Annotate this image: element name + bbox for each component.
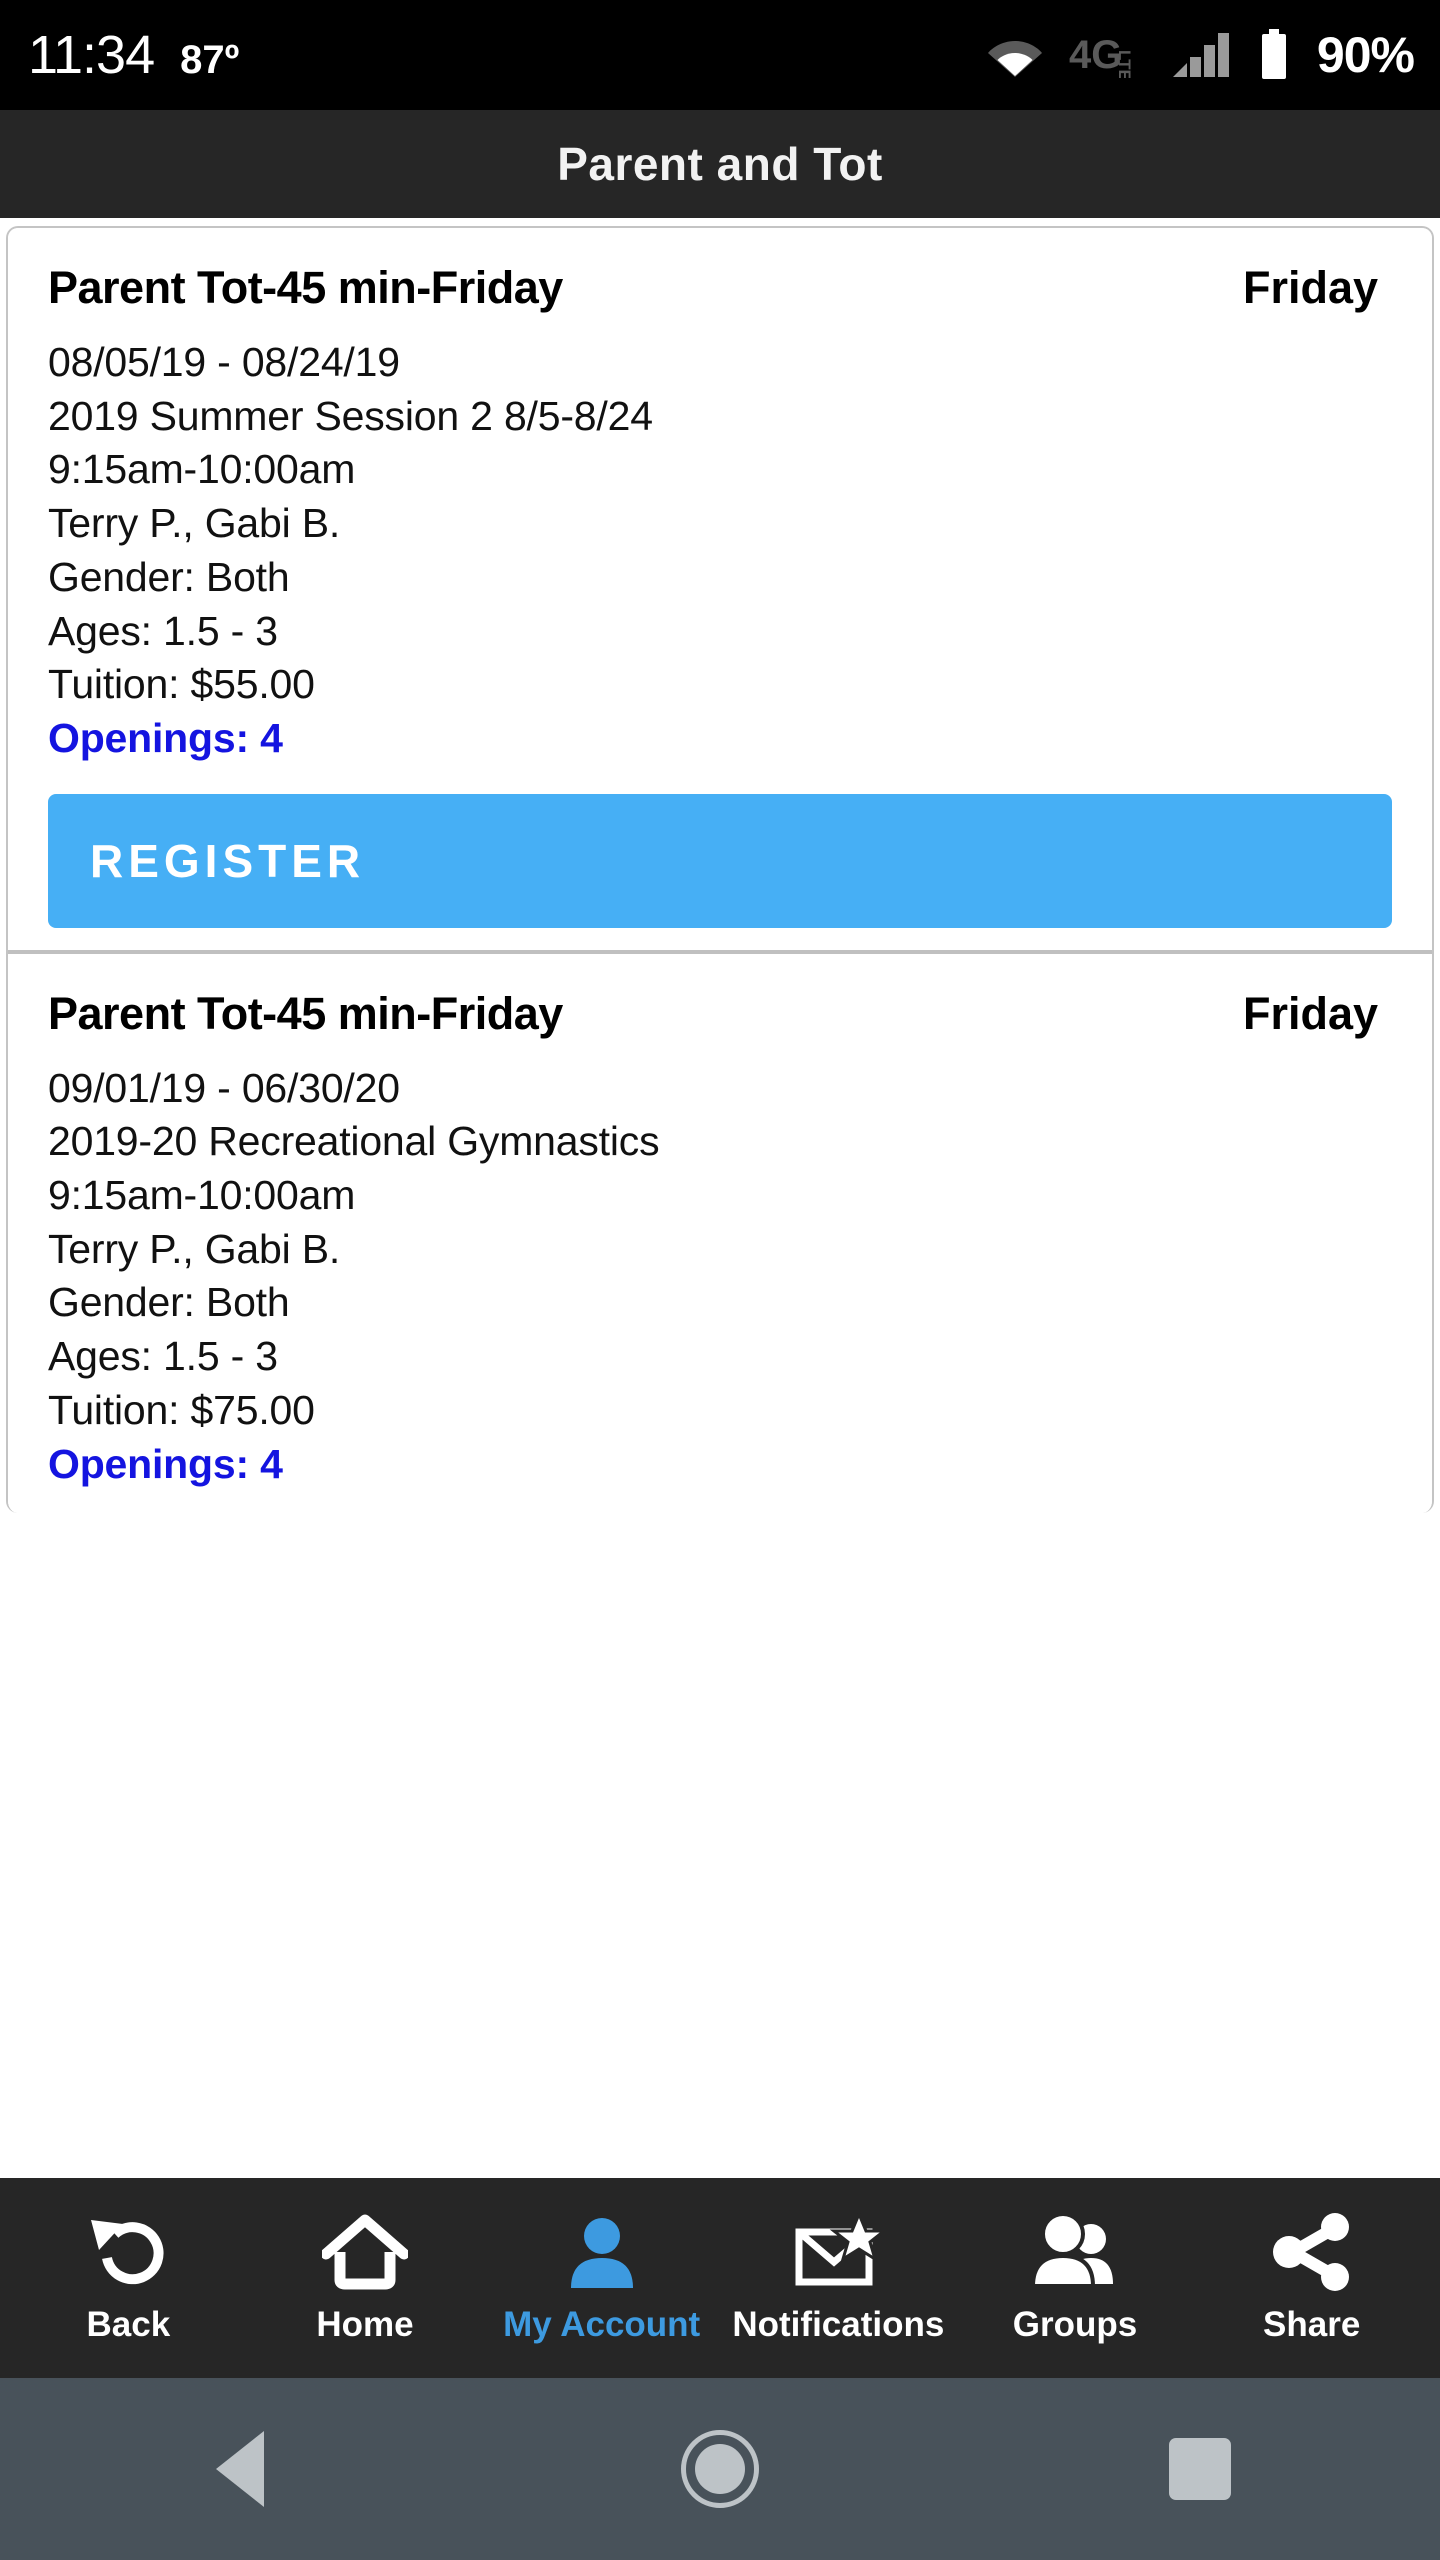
system-home-button[interactable] [640, 2389, 800, 2549]
phone-screen: 11:34 87º 4G LTE 90% Parent and Tot Pare… [0, 0, 1440, 2560]
nav-item-share[interactable]: Share [1193, 2207, 1430, 2345]
class-card[interactable]: Parent Tot-45 min-Friday Friday 09/01/19… [8, 949, 1432, 1514]
nav-item-groups[interactable]: Groups [957, 2207, 1194, 2345]
page-title: Parent and Tot [557, 138, 883, 190]
svg-text:LTE: LTE [1115, 50, 1134, 78]
nav-item-home[interactable]: Home [247, 2207, 484, 2345]
person-icon [559, 2207, 645, 2297]
nav-label-notifications: Notifications [732, 2305, 945, 2344]
status-bar-right: 4G LTE 90% [987, 26, 1415, 84]
nav-label-groups: Groups [1012, 2305, 1138, 2344]
class-openings: Openings: 4 [48, 714, 283, 761]
bottom-navigation-bar: Back Home My Account Notifications Group… [0, 2178, 1440, 2378]
nav-label-back: Back [86, 2305, 171, 2344]
class-gender: Gender: Both [48, 553, 290, 600]
battery-percent: 90% [1316, 27, 1415, 83]
class-card-list: Parent Tot-45 min-Friday Friday 08/05/19… [6, 226, 1434, 1514]
signal-bars-icon [1171, 31, 1231, 79]
class-session: 2019 Summer Session 2 8/5-8/24 [48, 392, 653, 439]
nav-label-share: Share [1263, 2305, 1361, 2344]
class-openings: Openings: 4 [48, 1440, 283, 1487]
nav-item-notifications[interactable]: Notifications [720, 2207, 957, 2345]
share-nodes-icon [1269, 2207, 1355, 2297]
nav-item-my-account[interactable]: My Account [483, 2207, 720, 2345]
class-time: 9:15am-10:00am [48, 446, 356, 493]
nav-item-back[interactable]: Back [10, 2207, 247, 2345]
class-date-range: 09/01/19 - 06/30/20 [48, 1064, 400, 1111]
class-ages: Ages: 1.5 - 3 [48, 1333, 278, 1380]
svg-text:4G: 4G [1069, 33, 1122, 77]
class-card-header: Parent Tot-45 min-Friday Friday [48, 988, 1392, 1040]
square-recents-icon [1169, 2438, 1231, 2500]
circle-home-icon [681, 2430, 759, 2508]
status-bar-left: 11:34 87º [28, 28, 239, 82]
class-instructors: Terry P., Gabi B. [48, 500, 341, 547]
nav-label-my-account: My Account [503, 2305, 701, 2344]
app-header: Parent and Tot [0, 110, 1440, 218]
nav-label-home: Home [316, 2305, 414, 2344]
battery-icon [1257, 29, 1291, 81]
class-session: 2019-20 Recreational Gymnastics [48, 1118, 660, 1165]
class-day: Friday [1242, 262, 1378, 313]
class-title: Parent Tot-45 min-Friday [48, 987, 563, 1039]
class-instructors: Terry P., Gabi B. [48, 1225, 341, 1272]
status-clock: 11:34 [28, 25, 155, 85]
class-ages: Ages: 1.5 - 3 [48, 607, 278, 654]
undo-arrow-icon [85, 2207, 171, 2297]
class-card-header: Parent Tot-45 min-Friday Friday [48, 262, 1392, 314]
system-back-button[interactable] [160, 2389, 320, 2549]
register-button[interactable]: REGISTER [48, 793, 1392, 928]
class-tuition: Tuition: $75.00 [48, 1386, 315, 1433]
triangle-back-icon [216, 2431, 264, 2507]
class-list-scroll-area[interactable]: Parent Tot-45 min-Friday Friday 08/05/19… [0, 218, 1440, 2178]
house-icon [322, 2207, 408, 2297]
envelope-star-icon [793, 2207, 884, 2297]
class-details: 08/05/19 - 08/24/19 2019 Summer Session … [48, 336, 1392, 766]
android-system-nav [0, 2378, 1440, 2560]
people-icon [1029, 2207, 1121, 2297]
class-time: 9:15am-10:00am [48, 1172, 356, 1219]
class-day: Friday [1242, 987, 1378, 1039]
status-bar: 11:34 87º 4G LTE 90% [0, 0, 1440, 110]
system-recents-button[interactable] [1120, 2389, 1280, 2549]
class-tuition: Tuition: $55.00 [48, 661, 315, 708]
status-temperature: 87º [180, 38, 240, 82]
class-card[interactable]: Parent Tot-45 min-Friday Friday 08/05/19… [8, 228, 1432, 950]
class-title: Parent Tot-45 min-Friday [48, 262, 563, 313]
network-type-icon: 4G LTE [1069, 32, 1145, 78]
class-details: 09/01/19 - 06/30/20 2019-20 Recreational… [48, 1062, 1392, 1492]
wifi-icon [987, 33, 1043, 77]
class-gender: Gender: Both [48, 1279, 290, 1326]
class-date-range: 08/05/19 - 08/24/19 [48, 339, 400, 385]
